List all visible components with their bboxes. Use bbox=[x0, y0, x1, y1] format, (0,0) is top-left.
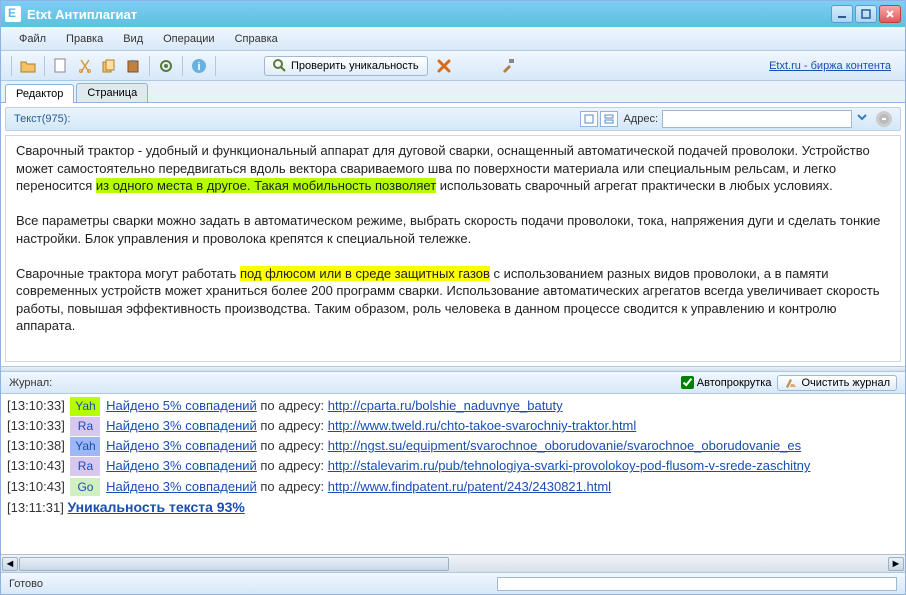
found-matches-link[interactable]: Найдено 3% совпадений bbox=[106, 479, 257, 494]
horizontal-scrollbar[interactable]: ◄ ► bbox=[1, 554, 905, 572]
editor-toolbar: Текст(975): Адрес: bbox=[5, 107, 901, 131]
timestamp: [13:11:31] bbox=[7, 500, 64, 515]
hammer-icon[interactable] bbox=[498, 56, 518, 76]
view-mode-2-button[interactable] bbox=[600, 111, 618, 127]
menu-operations[interactable]: Операции bbox=[153, 31, 224, 47]
highlighted-text: под флюсом или в среде защитных газов bbox=[240, 266, 490, 281]
text-count-label: Текст(975): bbox=[14, 113, 70, 125]
journal-row: [13:10:43] Go Найдено 3% совпадений по а… bbox=[7, 477, 899, 497]
result-url[interactable]: http://www.tweld.ru/chto-takoe-svarochni… bbox=[328, 418, 637, 433]
timestamp: [13:10:33] bbox=[7, 418, 65, 433]
close-button[interactable] bbox=[879, 5, 901, 23]
tab-page[interactable]: Страница bbox=[76, 83, 148, 102]
by-address-label: по адресу: bbox=[257, 438, 328, 453]
new-doc-icon[interactable] bbox=[51, 56, 71, 76]
scroll-right-icon[interactable]: ► bbox=[888, 557, 904, 571]
statusbar: Готово bbox=[1, 572, 905, 594]
cancel-check-icon[interactable] bbox=[434, 56, 454, 76]
check-label: Проверить уникальность bbox=[291, 60, 419, 72]
menu-view[interactable]: Вид bbox=[113, 31, 153, 47]
journal-row: [13:10:38] Yah Найдено 3% совпадений по … bbox=[7, 436, 899, 456]
autoscroll-input[interactable] bbox=[681, 376, 694, 389]
maximize-button[interactable] bbox=[855, 5, 877, 23]
check-uniqueness-button[interactable]: Проверить уникальность bbox=[264, 56, 428, 76]
by-address-label: по адресу: bbox=[257, 479, 328, 494]
settings-icon[interactable] bbox=[156, 56, 176, 76]
magnifier-icon bbox=[273, 59, 287, 73]
journal-row-uniqueness: [13:11:31] Уникальность текста 93% bbox=[7, 497, 899, 519]
progress-bar bbox=[497, 577, 897, 591]
journal-row: [13:10:33] Yah Найдено 5% совпадений по … bbox=[7, 396, 899, 416]
clear-journal-button[interactable]: Очистить журнал bbox=[777, 375, 897, 391]
timestamp: [13:10:33] bbox=[7, 398, 65, 413]
tab-editor[interactable]: Редактор bbox=[5, 84, 74, 103]
engine-badge: Ra bbox=[70, 457, 100, 476]
engine-badge: Go bbox=[70, 478, 100, 497]
by-address-label: по адресу: bbox=[257, 398, 328, 413]
app-icon bbox=[5, 6, 21, 22]
address-label: Адрес: bbox=[623, 113, 658, 125]
timestamp: [13:10:38] bbox=[7, 438, 65, 453]
help-icon[interactable]: i bbox=[189, 56, 209, 76]
copy-icon[interactable] bbox=[99, 56, 119, 76]
result-url[interactable]: http://stalevarim.ru/pub/tehnologiya-sva… bbox=[328, 458, 811, 473]
address-cancel-icon[interactable] bbox=[876, 111, 892, 127]
engine-badge: Ra bbox=[70, 417, 100, 436]
highlighted-text: из одного места в другое. Такая мобильно… bbox=[96, 178, 436, 193]
clear-label: Очистить журнал bbox=[801, 377, 890, 389]
cut-icon[interactable] bbox=[75, 56, 95, 76]
editor-text: Все параметры сварки можно задать в авто… bbox=[16, 213, 880, 246]
journal-row: [13:10:33] Ra Найдено 3% совпадений по а… bbox=[7, 416, 899, 436]
uniqueness-result[interactable]: Уникальность текста 93% bbox=[68, 499, 245, 515]
view-mode-1-button[interactable] bbox=[580, 111, 598, 127]
journal-row: [13:10:43] Ra Найдено 3% совпадений по а… bbox=[7, 456, 899, 476]
toolbar: i Проверить уникальность Etxt.ru - биржа… bbox=[1, 51, 905, 81]
timestamp: [13:10:43] bbox=[7, 479, 65, 494]
scroll-left-icon[interactable]: ◄ bbox=[2, 557, 18, 571]
tabs: Редактор Страница bbox=[1, 81, 905, 103]
result-url[interactable]: http://ngst.su/equipment/svarochnoe_obor… bbox=[328, 438, 801, 453]
menu-file[interactable]: Файл bbox=[9, 31, 56, 47]
scroll-thumb[interactable] bbox=[19, 557, 449, 571]
found-matches-link[interactable]: Найдено 3% совпадений bbox=[106, 438, 257, 453]
by-address-label: по адресу: bbox=[257, 458, 328, 473]
etxt-link[interactable]: Etxt.ru - биржа контента bbox=[769, 60, 899, 72]
status-text: Готово bbox=[9, 578, 43, 590]
engine-badge: Yah bbox=[70, 397, 100, 416]
open-folder-icon[interactable] bbox=[18, 56, 38, 76]
broom-icon bbox=[784, 377, 798, 389]
result-url[interactable]: http://cparta.ru/bolshie_naduvnye_batuty bbox=[328, 398, 563, 413]
editor-textarea[interactable]: Сварочный трактор - удобный и функционал… bbox=[5, 135, 901, 362]
by-address-label: по адресу: bbox=[257, 418, 328, 433]
autoscroll-checkbox[interactable]: Автопрокрутка bbox=[681, 376, 772, 389]
address-input[interactable] bbox=[662, 110, 852, 128]
journal-body[interactable]: [13:10:33] Yah Найдено 5% совпадений по … bbox=[1, 394, 905, 554]
engine-badge: Yah bbox=[70, 437, 100, 456]
app-window: Etxt Антиплагиат Файл Правка Вид Операци… bbox=[0, 0, 906, 595]
editor-text: Сварочные трактора могут работать bbox=[16, 266, 240, 281]
found-matches-link[interactable]: Найдено 5% совпадений bbox=[106, 398, 257, 413]
journal-header: Журнал: Автопрокрутка Очистить журнал bbox=[1, 372, 905, 394]
go-dropdown-icon[interactable] bbox=[856, 111, 872, 127]
autoscroll-label: Автопрокрутка bbox=[697, 377, 772, 389]
paste-icon[interactable] bbox=[123, 56, 143, 76]
titlebar: Etxt Антиплагиат bbox=[1, 1, 905, 27]
menu-help[interactable]: Справка bbox=[225, 31, 288, 47]
timestamp: [13:10:43] bbox=[7, 458, 65, 473]
menu-edit[interactable]: Правка bbox=[56, 31, 113, 47]
minimize-button[interactable] bbox=[831, 5, 853, 23]
found-matches-link[interactable]: Найдено 3% совпадений bbox=[106, 458, 257, 473]
journal-label: Журнал: bbox=[9, 377, 52, 389]
app-title: Etxt Антиплагиат bbox=[27, 7, 829, 22]
result-url[interactable]: http://www.findpatent.ru/patent/243/2430… bbox=[328, 479, 611, 494]
menubar: Файл Правка Вид Операции Справка bbox=[1, 27, 905, 51]
found-matches-link[interactable]: Найдено 3% совпадений bbox=[106, 418, 257, 433]
editor-text: использовать сварочный агрегат практичес… bbox=[436, 178, 833, 193]
svg-text:i: i bbox=[197, 61, 200, 73]
